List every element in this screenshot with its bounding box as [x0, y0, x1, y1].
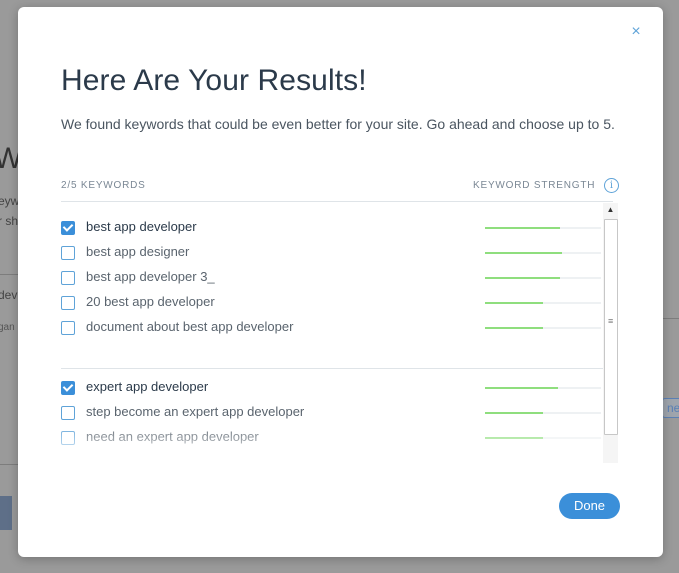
- info-icon[interactable]: i: [604, 178, 619, 193]
- keyword-label[interactable]: document about best app developer: [86, 319, 293, 334]
- keyword-count-header: 2/5 KEYWORDS: [61, 180, 146, 191]
- keyword-checkbox[interactable]: [61, 221, 75, 235]
- keyword-row[interactable]: step become an expert app developer: [61, 401, 601, 426]
- keyword-label[interactable]: best app designer: [86, 244, 189, 259]
- background-divider: [663, 318, 679, 319]
- background-text-fragment: eyw: [0, 194, 20, 208]
- background-text-fragment: r sh: [0, 214, 19, 228]
- strength-bar-fill: [485, 412, 543, 414]
- keyword-row[interactable]: best app developer: [61, 216, 601, 241]
- keyword-row[interactable]: best app designer: [61, 241, 601, 266]
- strength-bar-fill: [485, 387, 558, 389]
- background-button-fragment: nete: [662, 398, 679, 418]
- strength-bar: [485, 252, 601, 254]
- strength-bar: [485, 437, 601, 439]
- strength-bar-fill: [485, 437, 543, 439]
- strength-bar-fill: [485, 327, 543, 329]
- strength-bar: [485, 327, 601, 329]
- strength-bar: [485, 412, 601, 414]
- strength-bar: [485, 227, 601, 229]
- strength-bar-fill: [485, 302, 543, 304]
- modal-subtitle: We found keywords that could be even bet…: [61, 116, 615, 132]
- close-icon[interactable]: ×: [628, 24, 644, 40]
- strength-bar: [485, 387, 601, 389]
- strength-bar-fill: [485, 227, 560, 229]
- strength-bar-fill: [485, 277, 560, 279]
- strength-bar: [485, 302, 601, 304]
- keyword-row[interactable]: expert app developer: [61, 376, 601, 401]
- keyword-checkbox[interactable]: [61, 321, 75, 335]
- keyword-checkbox[interactable]: [61, 381, 75, 395]
- keyword-checkbox[interactable]: [61, 406, 75, 420]
- scroll-thumb[interactable]: ≡: [604, 219, 618, 435]
- background-divider: [0, 464, 20, 465]
- keyword-label[interactable]: need an expert app developer: [86, 429, 259, 444]
- keyword-checkbox[interactable]: [61, 296, 75, 310]
- strength-bar: [485, 277, 601, 279]
- keyword-label[interactable]: expert app developer: [86, 379, 208, 394]
- background-divider: [0, 274, 20, 275]
- list-scrollbar[interactable]: ▲ ≡: [603, 203, 618, 463]
- keyword-label[interactable]: 20 best app developer: [86, 294, 215, 309]
- keyword-label[interactable]: step become an expert app developer: [86, 404, 304, 419]
- strength-bar-fill: [485, 252, 562, 254]
- background-icon: [0, 496, 12, 530]
- keyword-list: best app developer best app designer best …: [61, 209, 603, 463]
- modal-title: Here Are Your Results!: [61, 64, 367, 97]
- background-text-fragment: gan: [0, 322, 15, 333]
- keyword-row[interactable]: 20 best app developer: [61, 291, 601, 316]
- keyword-row[interactable]: best app developer 3_: [61, 266, 601, 291]
- keyword-row[interactable]: need an expert app developer: [61, 426, 601, 451]
- keyword-label[interactable]: best app developer: [86, 219, 197, 234]
- keyword-strength-header: KEYWORD STRENGTH: [473, 180, 596, 191]
- group-divider: [61, 368, 603, 369]
- keyword-checkbox[interactable]: [61, 431, 75, 445]
- keyword-label[interactable]: best app developer 3_: [86, 269, 215, 284]
- scroll-up-arrow-icon[interactable]: ▲: [603, 203, 618, 217]
- header-divider: [61, 201, 613, 202]
- keyword-checkbox[interactable]: [61, 246, 75, 260]
- background-tab-fragment: dev: [0, 288, 18, 302]
- done-button[interactable]: Done: [559, 493, 620, 519]
- keyword-results-modal: × Here Are Your Results! We found keywor…: [18, 7, 663, 557]
- grip-icon: ≡: [608, 316, 614, 326]
- keyword-row[interactable]: document about best app developer: [61, 316, 601, 341]
- keyword-checkbox[interactable]: [61, 271, 75, 285]
